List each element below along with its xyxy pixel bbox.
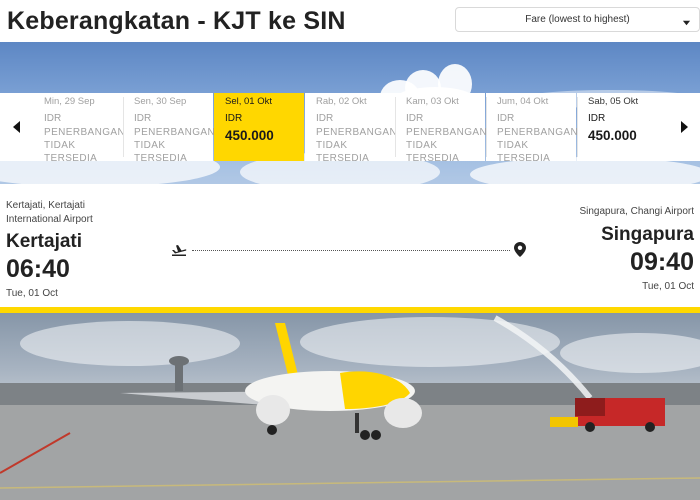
next-dates-button[interactable] xyxy=(667,93,700,161)
currency-label: IDR xyxy=(134,113,152,124)
fare-price: 450.000 xyxy=(588,128,637,143)
route-line xyxy=(192,250,510,251)
availability-status: PENERBANGAN TIDAK TERSEDIA xyxy=(497,127,579,164)
aircraft-photo xyxy=(0,313,700,500)
chevron-right-icon xyxy=(680,121,688,133)
chevron-left-icon xyxy=(12,121,20,133)
departure-time: 06:40 xyxy=(6,255,70,283)
fare-price: 450.000 xyxy=(225,128,274,143)
date-cell[interactable]: Sab, 05 Okt IDR 450.000 xyxy=(577,93,667,161)
availability-status: PENERBANGAN TIDAK TERSEDIA xyxy=(44,127,126,164)
page-header: Keberangkatan - KJT ke SIN Fare (lowest … xyxy=(0,0,700,42)
date-label: Jum, 04 Okt xyxy=(497,96,549,107)
date-label: Sel, 01 Okt xyxy=(225,96,272,107)
availability-status: PENERBANGAN TIDAK TERSEDIA xyxy=(316,127,398,164)
availability-status: PENERBANGAN TIDAK TERSEDIA xyxy=(134,127,216,164)
date-label: Rab, 02 Okt xyxy=(316,96,367,107)
date-label: Sab, 05 Okt xyxy=(588,96,639,107)
currency-label: IDR xyxy=(497,113,515,124)
page-title: Keberangkatan - KJT ke SIN xyxy=(7,7,346,35)
date-cell[interactable]: Rab, 02 Okt IDR PENERBANGAN TIDAK TERSED… xyxy=(305,93,397,164)
date-label: Sen, 30 Sep xyxy=(134,96,187,107)
date-label: Min, 29 Sep xyxy=(44,96,95,107)
currency-label: IDR xyxy=(406,113,424,124)
date-strip: Min, 29 Sep IDR PENERBANGAN TIDAK TERSED… xyxy=(0,93,700,164)
date-cell[interactable]: Min, 29 Sep IDR PENERBANGAN TIDAK TERSED… xyxy=(33,93,125,164)
location-pin-icon xyxy=(514,242,526,262)
availability-status: PENERBANGAN TIDAK TERSEDIA xyxy=(406,127,488,164)
date-cell[interactable]: Jum, 04 Okt IDR PENERBANGAN TIDAK TERSED… xyxy=(486,93,578,164)
departure-city: Kertajati xyxy=(6,231,83,252)
date-cell[interactable]: Kam, 03 Okt IDR PENERBANGAN TIDAK TERSED… xyxy=(395,93,487,164)
currency-label: IDR xyxy=(588,113,606,124)
plane-takeoff-icon xyxy=(171,242,187,261)
sort-dropdown[interactable]: Fare (lowest to highest) xyxy=(455,7,700,32)
date-cell[interactable]: Sen, 30 Sep IDR PENERBANGAN TIDAK TERSED… xyxy=(123,93,215,164)
arrival-city: Singapura xyxy=(601,224,694,245)
arrival-time: 09:40 xyxy=(630,248,694,276)
currency-label: IDR xyxy=(44,113,62,124)
date-label: Kam, 03 Okt xyxy=(406,96,459,107)
departure-airport: Kertajati, Kertajati International Airpo… xyxy=(6,200,93,225)
currency-label: IDR xyxy=(225,113,243,124)
caret-down-icon xyxy=(682,14,691,32)
sort-label: Fare (lowest to highest) xyxy=(525,14,630,25)
arrival-airport: Singapura, Changi Airport xyxy=(579,206,694,217)
flight-card: Kertajati, Kertajati International Airpo… xyxy=(0,184,700,307)
date-cell-selected[interactable]: Sel, 01 Okt IDR 450.000 xyxy=(214,93,304,161)
prev-dates-button[interactable] xyxy=(0,93,33,161)
departure-date: Tue, 01 Oct xyxy=(6,288,58,299)
currency-label: IDR xyxy=(316,113,334,124)
arrival-date: Tue, 01 Oct xyxy=(642,281,694,292)
